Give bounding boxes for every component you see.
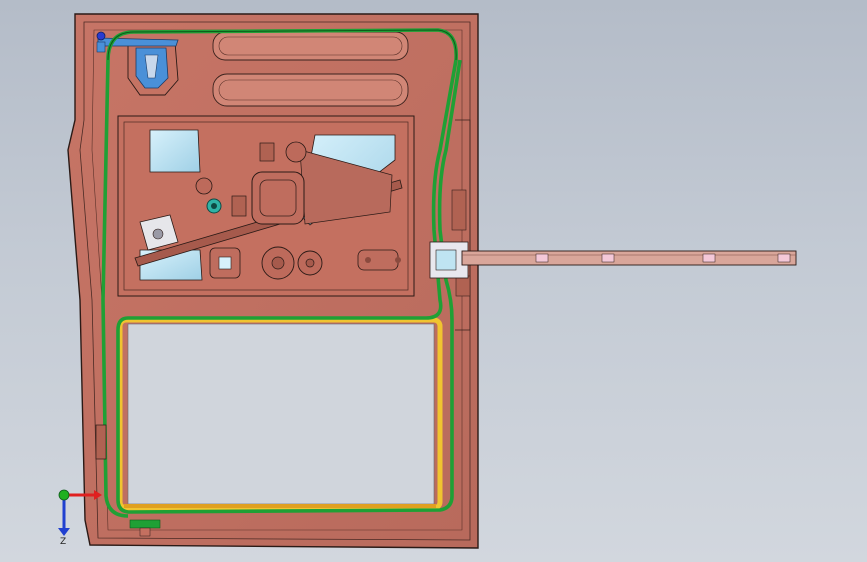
- cad-viewport[interactable]: Z: [0, 0, 867, 562]
- upper-left-opening: [149, 129, 201, 173]
- track-hole: [777, 253, 791, 263]
- z-axis-label: Z: [60, 537, 66, 547]
- track-hole: [535, 253, 549, 263]
- window-track-bar[interactable]: [429, 241, 797, 279]
- track-hole: [702, 253, 716, 263]
- inner-module[interactable]: [117, 115, 415, 297]
- track-hole: [601, 253, 615, 263]
- window-opening[interactable]: [117, 317, 443, 511]
